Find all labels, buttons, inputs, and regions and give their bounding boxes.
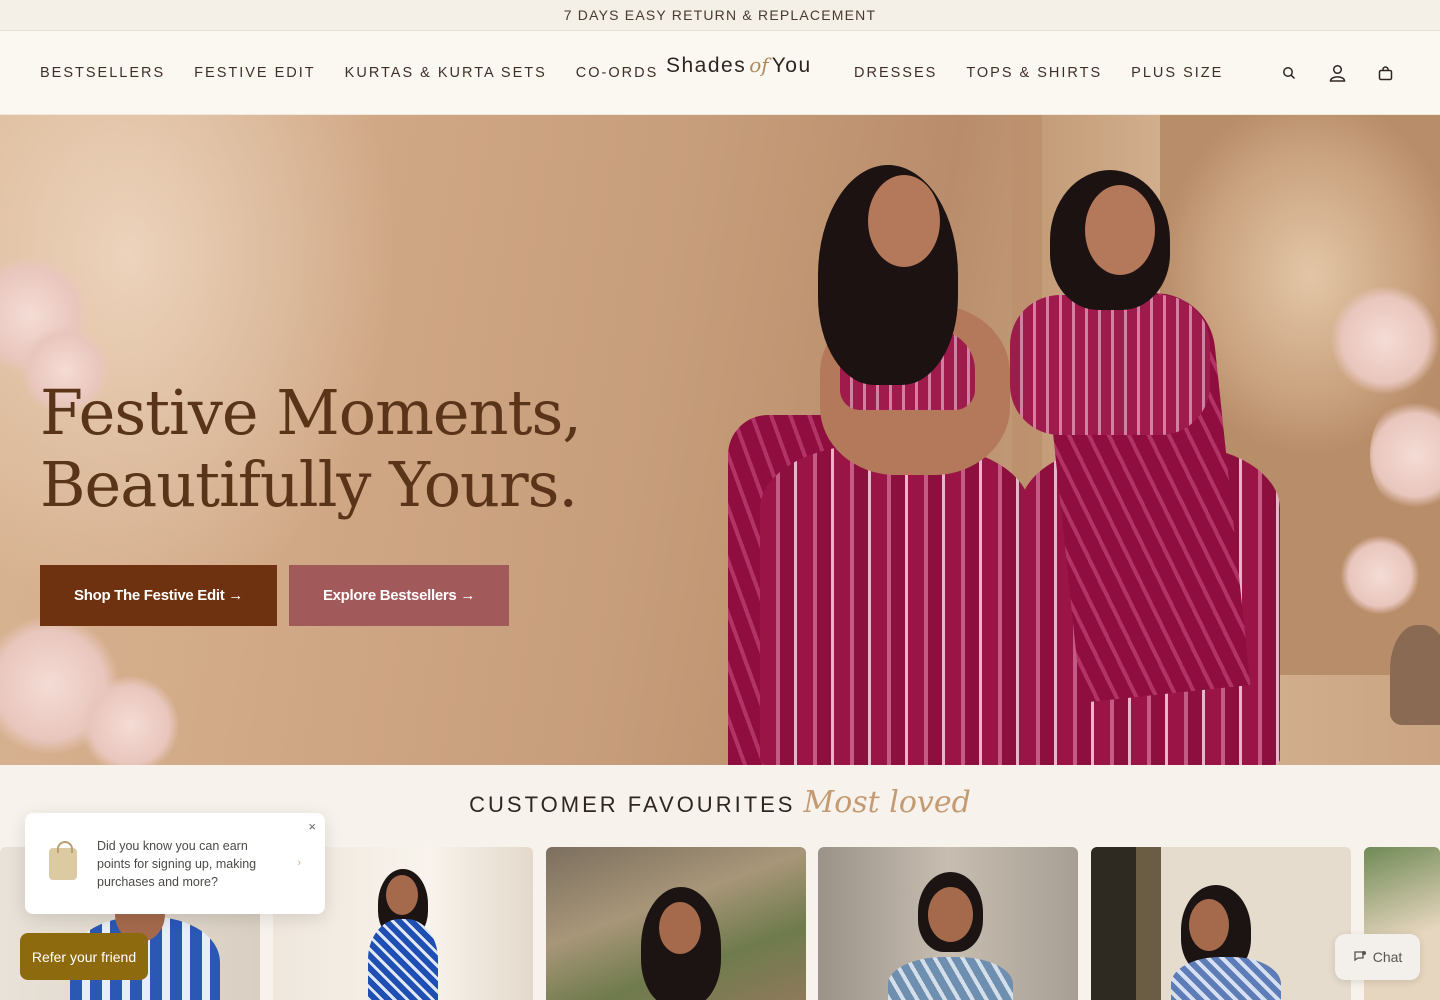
hero-line-2: Beautifully Yours. bbox=[40, 448, 578, 521]
chat-button[interactable]: Chat bbox=[1335, 934, 1420, 980]
product-image bbox=[1171, 957, 1281, 1000]
nav-right: DRESSES TOPS & SHIRTS PLUS SIZE bbox=[854, 31, 1223, 115]
hero-line-1: Festive Moments, bbox=[40, 376, 582, 449]
model-left-skirt bbox=[760, 445, 1030, 765]
blossom bbox=[1330, 285, 1440, 395]
model-left-face bbox=[868, 175, 940, 267]
header-icons bbox=[1280, 31, 1394, 115]
nav-kurtas[interactable]: KURTAS & KURTA SETS bbox=[345, 65, 547, 81]
nav-tops-shirts[interactable]: TOPS & SHIRTS bbox=[966, 65, 1102, 81]
nav-left: BESTSELLERS FESTIVE EDIT KURTAS & KURTA … bbox=[40, 31, 658, 115]
chat-icon bbox=[1353, 949, 1367, 966]
hero-banner: Festive Moments, Beautifully Yours. Shop… bbox=[0, 115, 1440, 765]
logo-you: You bbox=[771, 54, 812, 77]
product-card[interactable] bbox=[818, 847, 1078, 1000]
nav-dresses[interactable]: DRESSES bbox=[854, 65, 937, 81]
announcement-text: 7 DAYS EASY RETURN & REPLACEMENT bbox=[563, 7, 877, 23]
close-icon[interactable]: × bbox=[308, 819, 316, 834]
model-head bbox=[1189, 899, 1229, 951]
hero-vase bbox=[1390, 625, 1440, 725]
logo-shades: Shades bbox=[666, 54, 747, 77]
blossom bbox=[1340, 535, 1420, 615]
model-right-top bbox=[1010, 295, 1210, 435]
nav-bestsellers[interactable]: BESTSELLERS bbox=[40, 65, 165, 81]
logo-of: of bbox=[749, 53, 769, 77]
product-image bbox=[888, 957, 1013, 1000]
chat-label: Chat bbox=[1372, 949, 1403, 965]
popup-message: Did you know you can earn points for sig… bbox=[97, 838, 257, 889]
section-title: CUSTOMER FAVOURITES bbox=[469, 792, 796, 817]
product-image bbox=[368, 919, 438, 1000]
model-head bbox=[928, 887, 973, 942]
model-head bbox=[659, 902, 701, 954]
hero-headline: Festive Moments, Beautifully Yours. bbox=[40, 376, 582, 521]
explore-bestsellers-button[interactable]: Explore Bestsellers → bbox=[289, 565, 509, 626]
account-icon[interactable] bbox=[1328, 64, 1346, 82]
chevron-right-icon[interactable]: › bbox=[297, 857, 301, 869]
shopping-bag-icon bbox=[49, 840, 77, 880]
refer-friend-button[interactable]: Refer your friend bbox=[20, 933, 148, 980]
nav-festive-edit[interactable]: FESTIVE EDIT bbox=[194, 65, 316, 81]
shop-festive-edit-button[interactable]: Shop The Festive Edit → bbox=[40, 565, 277, 626]
rewards-popup[interactable]: Did you know you can earn points for sig… bbox=[25, 813, 325, 914]
model-head bbox=[386, 875, 418, 915]
blossom bbox=[80, 675, 180, 765]
site-logo[interactable]: Shades of You bbox=[666, 53, 812, 93]
product-card[interactable] bbox=[546, 847, 806, 1000]
search-icon[interactable] bbox=[1280, 64, 1298, 82]
model-right-face bbox=[1085, 185, 1155, 275]
product-card[interactable] bbox=[1091, 847, 1351, 1000]
section-script: Most loved bbox=[803, 785, 971, 820]
announcement-bar: 7 DAYS EASY RETURN & REPLACEMENT bbox=[0, 0, 1440, 31]
nav-co-ords[interactable]: CO-ORDS bbox=[576, 65, 658, 81]
nav-plus-size[interactable]: PLUS SIZE bbox=[1131, 65, 1223, 81]
site-header: BESTSELLERS FESTIVE EDIT KURTAS & KURTA … bbox=[0, 31, 1440, 115]
cart-icon[interactable] bbox=[1376, 64, 1394, 82]
